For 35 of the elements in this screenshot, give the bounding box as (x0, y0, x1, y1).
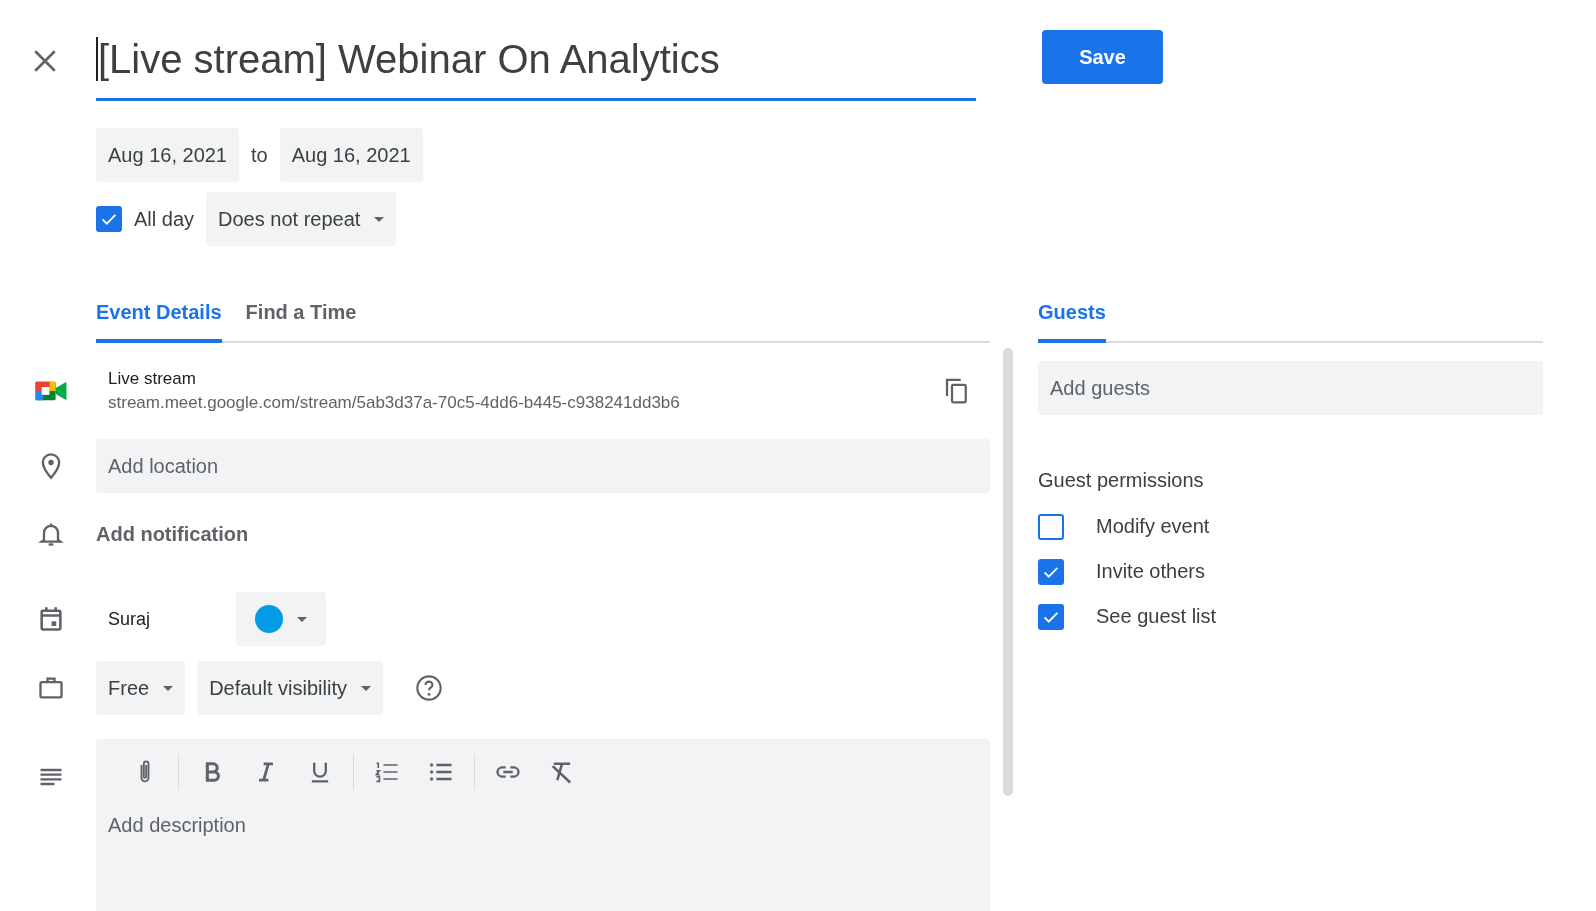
title-field[interactable]: [Live stream] Webinar On Analytics (96, 0, 976, 101)
checkbox[interactable] (1038, 513, 1064, 540)
description-field[interactable]: Add description (108, 811, 978, 839)
visibility-dropdown[interactable]: Default visibility (197, 661, 383, 715)
dropdown-caret-icon (163, 685, 174, 691)
dropdown-caret-icon (374, 216, 385, 222)
help-button[interactable] (414, 674, 443, 702)
checkbox[interactable] (1038, 558, 1064, 585)
tab[interactable]: Find a Time (245, 285, 357, 343)
dropdown-caret-icon (297, 616, 307, 622)
tab[interactable]: Event Details (96, 285, 222, 343)
start-date-button[interactable]: Aug 16, 2021 (96, 128, 239, 182)
tab[interactable]: Guests (1038, 285, 1106, 343)
color-dropdown[interactable] (236, 592, 326, 646)
conference-title: Live stream (108, 369, 197, 389)
permission-label: Modify event (1096, 515, 1210, 538)
save-button[interactable]: Save (1042, 30, 1163, 84)
calendar-icon (37, 605, 65, 633)
conference-link[interactable]: stream.meet.google.com/stream/5ab3d37a-70c5-4dd6-b445-c938241dd3b6 (108, 393, 942, 413)
permission-label: Invite others (1096, 560, 1205, 583)
checkbox[interactable] (1038, 603, 1064, 630)
availability-dropdown[interactable]: Free (96, 661, 186, 715)
all-day-label: All day (134, 207, 195, 231)
permission-label: See guest list (1096, 605, 1217, 628)
location-field[interactable]: Add location (96, 439, 990, 493)
repeat-dropdown[interactable]: Does not repeat (206, 192, 397, 246)
add-guests-field[interactable]: Add guests (1038, 361, 1543, 415)
calendar-owner: Suraj (107, 608, 152, 630)
end-date-button[interactable]: Aug 16, 2021 (279, 128, 423, 182)
scrollbar[interactable] (1003, 348, 1013, 796)
add-notification-link[interactable]: Add notification (96, 522, 249, 546)
dropdown-caret-icon (360, 685, 371, 691)
guest-permissions-heading: Guest permissions (1038, 469, 1205, 492)
to-label: to (251, 143, 268, 167)
checkbox[interactable] (96, 206, 122, 232)
